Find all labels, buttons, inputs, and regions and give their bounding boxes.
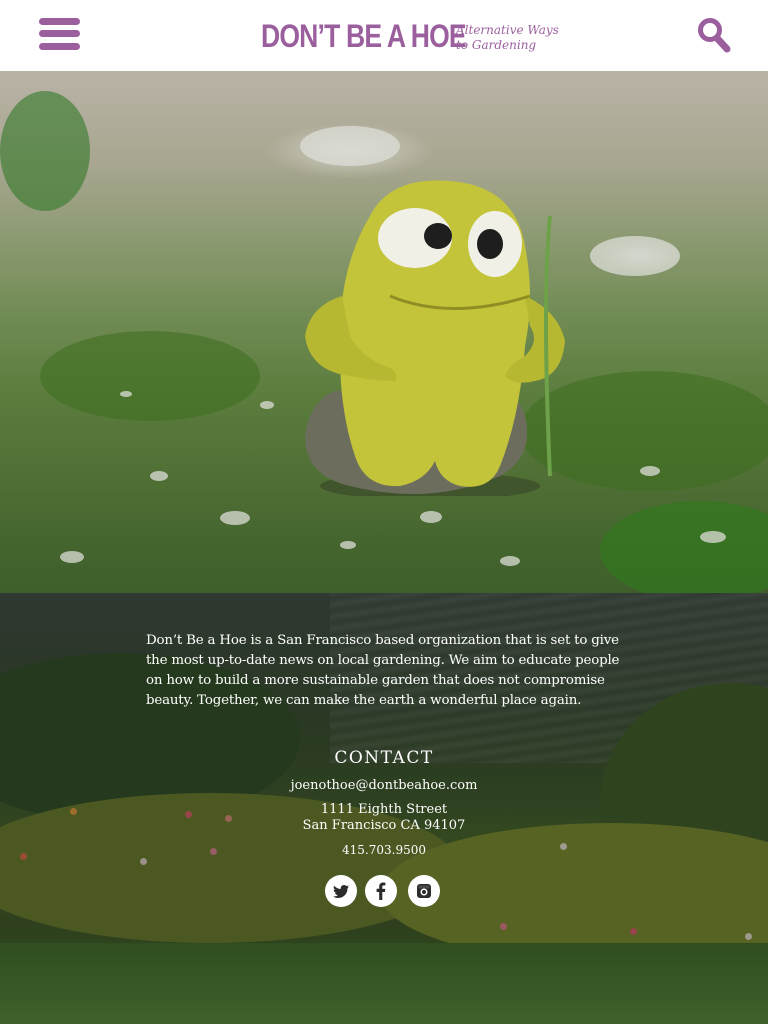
instagram-button[interactable] [408, 875, 440, 907]
search-button[interactable] [697, 17, 731, 53]
contact-phone[interactable]: 415.703.9500 [0, 843, 768, 857]
clay-creature-figure [305, 180, 565, 496]
address-line1: 1111 Eighth Street [320, 802, 448, 817]
facebook-icon [376, 882, 386, 900]
contact-address: 1111 Eighth Street San Francisco CA 9410… [0, 802, 768, 834]
twitter-icon [333, 885, 349, 898]
contact-heading: CONTACT [334, 748, 434, 768]
search-icon [698, 18, 731, 53]
logo-tagline-line2: to Gardening [456, 38, 537, 52]
menu-button[interactable] [39, 18, 81, 52]
logo-title: DON’T BE A HOE [261, 18, 467, 54]
hamburger-menu-icon-bar [39, 30, 80, 37]
facebook-button[interactable] [365, 875, 397, 907]
address-line2: San Francisco CA 94107 [302, 818, 466, 833]
hamburger-menu-icon-bar [39, 43, 80, 50]
logo-tagline-line1: Alternative Ways [456, 23, 559, 37]
hero-image [0, 71, 768, 593]
hamburger-menu-icon [39, 18, 80, 25]
contact-email-link[interactable]: joenothoe@dontbeahoe.com [0, 778, 768, 793]
about-paragraph: Don’t Be a Hoe is a San Francisco based … [146, 633, 620, 708]
footer-section: Don’t Be a Hoe is a San Francisco based … [0, 593, 768, 1024]
twitter-button[interactable] [325, 875, 357, 907]
site-header: DON’T BE A HOE Alternative Ways to Garde… [0, 0, 768, 71]
instagram-icon [417, 884, 431, 898]
logo-tagline: Alternative Ways to Gardening [456, 23, 559, 53]
